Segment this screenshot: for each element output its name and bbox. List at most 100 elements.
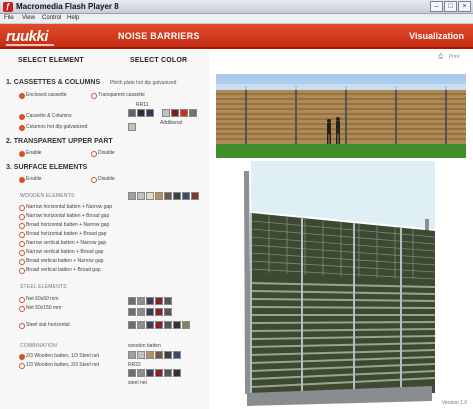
- rr11-swatches: [128, 109, 154, 117]
- color-swatch[interactable]: [146, 351, 154, 359]
- section-cassettes-columns: 1. CASSETTES & COLUMNS: [6, 79, 101, 86]
- menu-view[interactable]: View: [22, 15, 35, 21]
- color-swatch[interactable]: [146, 308, 154, 316]
- color-swatch[interactable]: [155, 351, 163, 359]
- color-swatch[interactable]: [155, 308, 163, 316]
- wooden-option[interactable]: Broad horizontal batten + Narrow gap: [19, 222, 109, 229]
- surface-enable-radio[interactable]: Enable: [19, 176, 42, 183]
- wooden-option[interactable]: Narrow horizontal batten + Broad gap: [19, 213, 109, 220]
- selection-panel: SELECT ELEMENT SELECT COLOR 1. CASSETTES…: [0, 51, 209, 409]
- color-swatch[interactable]: [155, 192, 163, 200]
- rr22-label: RR22: [128, 362, 141, 368]
- menu-control[interactable]: Control: [42, 15, 61, 21]
- wooden-option[interactable]: Narrow vertical batten + Narrow gap: [19, 240, 106, 247]
- combo-steel-swatches: [128, 369, 181, 377]
- page-title: NOISE BARRIERS: [118, 31, 200, 41]
- option-cassette-columns[interactable]: Cassette & Columns: [19, 113, 72, 120]
- rr11-label: RR11: [136, 102, 149, 108]
- window-title: Macromedia Flash Player 8: [16, 2, 119, 11]
- menu-help[interactable]: Help: [67, 15, 79, 21]
- color-swatch[interactable]: [146, 109, 154, 117]
- surface-disable-radio[interactable]: Disable: [91, 176, 115, 183]
- combo-wood-swatches: [128, 351, 181, 359]
- wooden-option[interactable]: Broad horizontal batten + Broad gap: [19, 231, 106, 238]
- color-swatch[interactable]: [146, 297, 154, 305]
- wooden-option[interactable]: Broad vertical batten + Narrow gap: [19, 258, 103, 265]
- option-enclosed-cassette[interactable]: Enclosed cassette: [19, 92, 67, 99]
- wooden-elements-label: WOODEN ELEMENTS: [20, 193, 75, 199]
- color-swatch[interactable]: [155, 369, 163, 377]
- color-swatch[interactable]: [171, 109, 179, 117]
- option-columns-galvanized[interactable]: Columns hot dip galvanized: [19, 124, 87, 131]
- color-swatch[interactable]: [146, 192, 154, 200]
- section-transparent-upper: 2. TRANSPARENT UPPER PART: [6, 138, 113, 145]
- option-transparent-cassette[interactable]: Transparent cassette: [91, 92, 145, 99]
- combination-label: COMBINATION: [20, 343, 58, 349]
- color-swatch[interactable]: [164, 321, 172, 329]
- select-color-heading: SELECT COLOR: [130, 57, 188, 64]
- wooden-option[interactable]: Narrow vertical batten + Broad gap: [19, 249, 103, 256]
- color-swatch[interactable]: [180, 109, 188, 117]
- logo-underline: [6, 44, 54, 46]
- combo-option[interactable]: 1/3 Wooden batten, 2/3 Steel net: [19, 362, 99, 369]
- color-swatch[interactable]: [173, 321, 181, 329]
- color-swatch[interactable]: [128, 192, 136, 200]
- color-swatch[interactable]: [189, 109, 197, 117]
- color-swatch[interactable]: [128, 369, 136, 377]
- color-swatch[interactable]: [128, 109, 136, 117]
- steel-option[interactable]: Net 60x60 mm: [19, 296, 59, 303]
- color-swatch[interactable]: [137, 369, 145, 377]
- color-swatch[interactable]: [137, 109, 145, 117]
- color-swatch[interactable]: [164, 351, 172, 359]
- left-post: [244, 171, 251, 394]
- color-swatch[interactable]: [173, 192, 181, 200]
- color-swatch[interactable]: [137, 351, 145, 359]
- close-button[interactable]: ×: [458, 1, 471, 12]
- app-header: ruukki NOISE BARRIERS Visualization: [0, 24, 473, 49]
- color-swatch[interactable]: [191, 192, 199, 200]
- steel-elements-label: STEEL ELEMENTS: [20, 284, 67, 290]
- color-swatch[interactable]: [182, 321, 190, 329]
- color-swatch[interactable]: [137, 308, 145, 316]
- color-swatch[interactable]: [128, 321, 136, 329]
- wooden-option[interactable]: Broad vertical batten + Broad gap: [19, 267, 101, 274]
- combo-option[interactable]: 2/3 Wooden batten, 1/3 Steel net: [19, 353, 99, 360]
- color-swatch[interactable]: [137, 297, 145, 305]
- color-swatch[interactable]: [173, 351, 181, 359]
- color-swatch[interactable]: [128, 297, 136, 305]
- upper-disable-radio[interactable]: Disable: [91, 150, 115, 157]
- color-swatch[interactable]: [146, 369, 154, 377]
- site-photo: [216, 74, 466, 158]
- color-swatch[interactable]: [164, 369, 172, 377]
- printer-icon[interactable]: ⎙: [438, 54, 443, 61]
- color-swatch[interactable]: [155, 321, 163, 329]
- print-link[interactable]: Print: [449, 54, 459, 60]
- color-swatch[interactable]: [155, 297, 163, 305]
- wooden-option[interactable]: Narrow horizontal batten + Narrow gap: [19, 204, 112, 211]
- color-swatch[interactable]: [162, 109, 170, 117]
- minimize-button[interactable]: –: [430, 1, 443, 12]
- visualization-panel: ⎙ Print Version 1.0: [209, 51, 473, 409]
- color-swatch[interactable]: [128, 351, 136, 359]
- color-swatch[interactable]: [164, 297, 172, 305]
- upper-enable-radio[interactable]: Enable: [19, 150, 42, 157]
- color-swatch[interactable]: [137, 321, 145, 329]
- plinth-note: Plinth plate hot dip galvanized: [110, 80, 177, 86]
- maximize-button[interactable]: □: [444, 1, 457, 12]
- version-label: Version 1.0: [441, 400, 467, 406]
- flash-player-icon: ƒ: [3, 2, 13, 12]
- color-swatch[interactable]: [173, 369, 181, 377]
- color-swatch[interactable]: [128, 123, 136, 131]
- ruukki-logo: ruukki: [6, 28, 49, 45]
- color-swatch[interactable]: [146, 321, 154, 329]
- color-swatch[interactable]: [182, 192, 190, 200]
- color-swatch[interactable]: [164, 192, 172, 200]
- steel-option[interactable]: Net 50x150 mm: [19, 305, 61, 312]
- color-swatch[interactable]: [128, 308, 136, 316]
- color-swatch[interactable]: [137, 192, 145, 200]
- wooden-swatches: [128, 192, 199, 200]
- menu-file[interactable]: File: [4, 15, 14, 21]
- color-swatch[interactable]: [164, 308, 172, 316]
- barrier-body: [251, 213, 435, 396]
- steel-option[interactable]: Steel slat horizontal: [19, 322, 70, 329]
